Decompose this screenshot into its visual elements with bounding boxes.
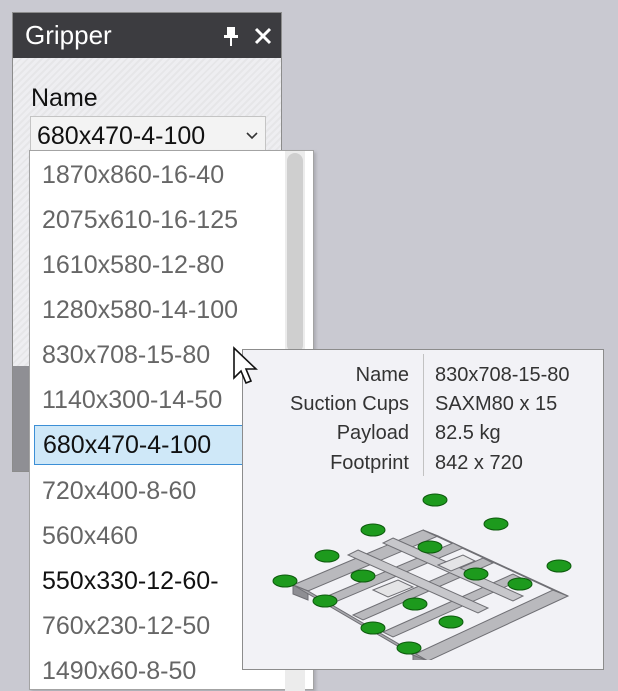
list-item[interactable]: 760x230-12-50 <box>34 606 272 646</box>
list-item[interactable]: 720x400-8-60 <box>34 471 272 511</box>
tooltip-key: Name <box>355 364 409 386</box>
tooltip-value: 82.5 kg <box>435 422 501 444</box>
combobox-value: 680x470-4-100 <box>37 121 206 150</box>
tooltip-key: Footprint <box>330 452 409 474</box>
tooltip-row: Payload 82.5 kg <box>243 420 603 450</box>
mouse-cursor-icon <box>233 346 258 385</box>
list-item[interactable]: 1140x300-14-50 <box>34 380 272 420</box>
chevron-down-icon[interactable] <box>239 132 265 140</box>
list-item-selected[interactable]: 680x470-4-100 <box>34 425 272 465</box>
list-item[interactable]: 550x330-12-60- <box>34 561 272 601</box>
list-item[interactable]: 2075x610-16-125 <box>34 200 272 240</box>
tooltip-row: Footprint 842 x 720 <box>243 450 603 480</box>
scrollbar-thumb[interactable] <box>287 153 303 353</box>
panel-header: Gripper <box>13 13 281 58</box>
tooltip-value: SAXM80 x 15 <box>435 393 558 415</box>
list-item[interactable]: 1870x860-16-40 <box>34 155 272 195</box>
list-item[interactable]: 560x460 <box>34 516 272 556</box>
tooltip-row: Name 830x708-15-80 <box>243 362 603 392</box>
close-icon[interactable] <box>249 22 277 50</box>
gripper-3d-preview <box>272 493 572 660</box>
tooltip-value: 830x708-15-80 <box>435 364 570 386</box>
list-item[interactable]: 1280x580-14-100 <box>34 290 272 330</box>
gripper-tooltip: Name 830x708-15-80 Suction Cups SAXM80 x… <box>242 349 604 670</box>
list-item[interactable]: 1490x60-8-50 <box>34 651 272 691</box>
tooltip-value: 842 x 720 <box>435 452 523 474</box>
tooltip-key: Payload <box>336 422 409 444</box>
pin-icon[interactable] <box>217 22 245 50</box>
panel-title: Gripper <box>25 20 112 50</box>
tooltip-row: Suction Cups SAXM80 x 15 <box>243 391 603 421</box>
tooltip-key: Suction Cups <box>290 393 409 415</box>
name-label: Name <box>31 84 98 112</box>
list-item[interactable]: 1610x580-12-80 <box>34 245 272 285</box>
